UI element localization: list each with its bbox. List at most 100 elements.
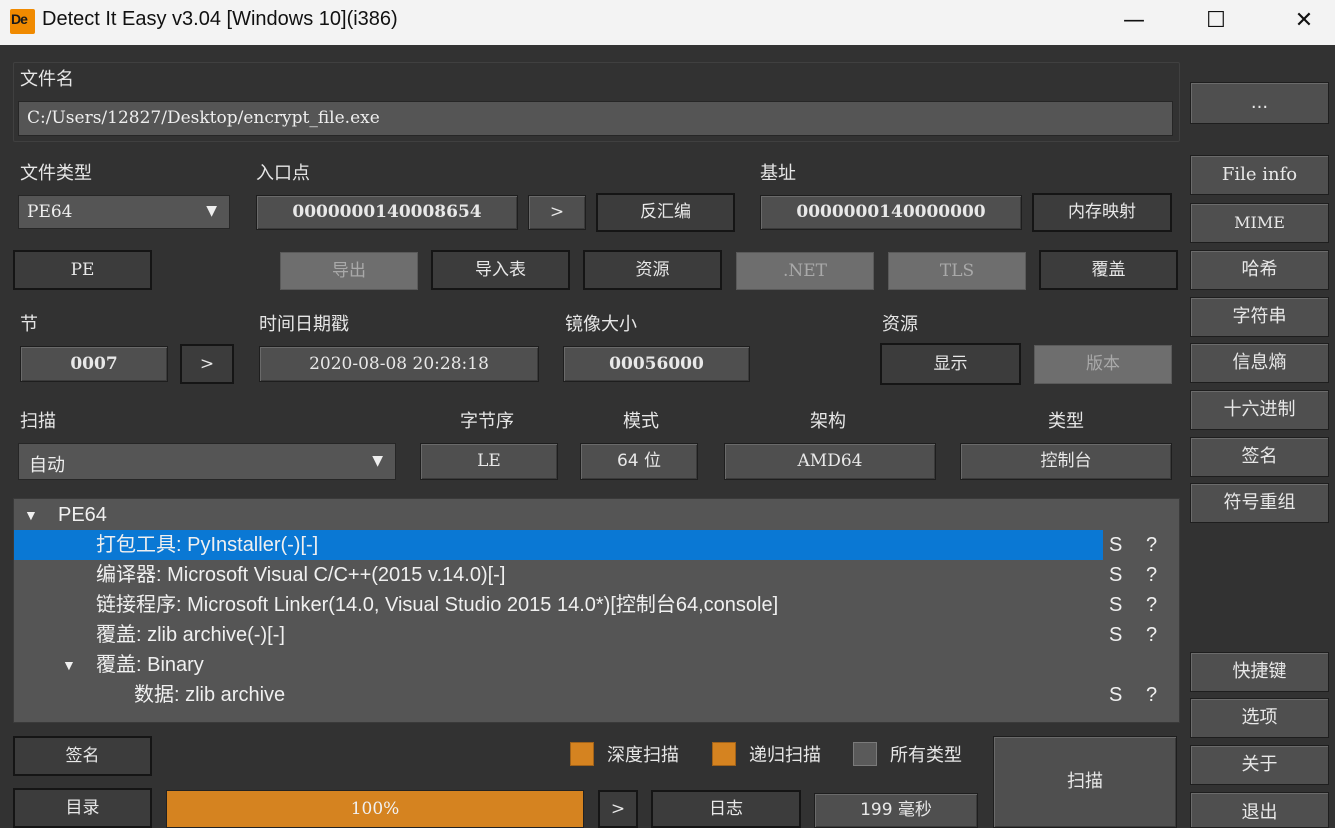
progress-text: 100% bbox=[350, 799, 400, 819]
section-go-button[interactable]: > bbox=[180, 344, 234, 384]
file-name-label: 文件名 bbox=[20, 69, 74, 90]
chevron-down-icon: ▼ bbox=[206, 203, 217, 219]
import-button[interactable]: 导入表 bbox=[431, 250, 570, 290]
section-label: 节 bbox=[20, 314, 38, 335]
pe-button[interactable]: PE bbox=[13, 250, 152, 290]
resources-version-button[interactable]: 版本 bbox=[1034, 345, 1172, 384]
overlay-button[interactable]: 覆盖 bbox=[1039, 250, 1178, 290]
signature-link[interactable]: S bbox=[1109, 530, 1122, 560]
tree-row[interactable]: 数据: zlib archive S ? bbox=[14, 680, 1179, 710]
expand-arrow-icon: ▼ bbox=[62, 657, 76, 673]
expand-arrow-icon: ▼ bbox=[24, 507, 38, 523]
file-type-value: PE64 bbox=[27, 202, 73, 222]
section-count: 0007 bbox=[20, 346, 168, 382]
minimize-button[interactable]: — bbox=[1109, 4, 1159, 38]
signature-link[interactable]: S bbox=[1109, 560, 1122, 590]
endianness-value: LE bbox=[420, 443, 558, 480]
signature-link[interactable]: S bbox=[1109, 590, 1122, 620]
all-types-checkbox[interactable] bbox=[853, 742, 877, 766]
info-link[interactable]: ? bbox=[1146, 560, 1157, 590]
net-button[interactable]: .NET bbox=[736, 252, 874, 290]
tree-row[interactable]: 编译器: Microsoft Visual C/C++(2015 v.14.0)… bbox=[14, 560, 1179, 590]
tree-row-text: 链接程序: Microsoft Linker(14.0, Visual Stud… bbox=[96, 594, 779, 616]
mime-button[interactable]: MIME bbox=[1190, 203, 1329, 243]
progress-go-button[interactable]: > bbox=[598, 790, 638, 828]
app-logo-icon: De bbox=[10, 9, 35, 34]
signature-right-button[interactable]: 签名 bbox=[1190, 437, 1329, 477]
base-address-label: 基址 bbox=[760, 163, 796, 184]
info-link[interactable]: ? bbox=[1146, 530, 1157, 560]
recursive-scan-label: 递归扫描 bbox=[749, 745, 821, 766]
tree-row[interactable]: 打包工具: PyInstaller(-)[-] S ? bbox=[14, 530, 1179, 560]
demangle-button[interactable]: 符号重组 bbox=[1190, 483, 1329, 523]
scan-button[interactable]: 扫描 bbox=[993, 736, 1177, 828]
recursive-scan-checkbox[interactable] bbox=[712, 742, 736, 766]
deep-scan-label: 深度扫描 bbox=[607, 745, 679, 766]
progress-bar: 100% bbox=[166, 790, 584, 828]
info-link[interactable]: ? bbox=[1146, 620, 1157, 650]
directory-button[interactable]: 目录 bbox=[13, 788, 152, 828]
tree-row-text: 数据: zlib archive bbox=[134, 684, 286, 706]
architecture-value: AMD64 bbox=[724, 443, 936, 480]
scan-mode-select[interactable]: 自动 ▼ bbox=[18, 443, 396, 480]
file-path-field[interactable]: C:/Users/12827/Desktop/encrypt_file.exe bbox=[18, 101, 1173, 136]
signature-link[interactable]: S bbox=[1109, 620, 1122, 650]
image-size-label: 镜像大小 bbox=[565, 314, 637, 335]
browse-button[interactable]: ... bbox=[1190, 82, 1329, 124]
signature-link[interactable]: S bbox=[1109, 680, 1122, 710]
hash-button[interactable]: 哈希 bbox=[1190, 250, 1329, 290]
info-link[interactable]: ? bbox=[1146, 590, 1157, 620]
type-label: 类型 bbox=[1048, 411, 1084, 432]
type-value: 控制台 bbox=[960, 443, 1172, 480]
about-button[interactable]: 关于 bbox=[1190, 745, 1329, 785]
tree-row[interactable]: 覆盖: zlib archive(-)[-] S ? bbox=[14, 620, 1179, 650]
log-button[interactable]: 日志 bbox=[651, 790, 801, 828]
image-size-value: 00056000 bbox=[563, 346, 750, 382]
tree-root[interactable]: ▼ PE64 bbox=[14, 500, 1179, 530]
resources-label: 资源 bbox=[882, 314, 918, 335]
close-button[interactable]: ✕ bbox=[1279, 4, 1329, 38]
maximize-button[interactable]: ☐ bbox=[1191, 4, 1241, 38]
exit-button[interactable]: 退出 bbox=[1190, 792, 1329, 828]
options-button[interactable]: 选项 bbox=[1190, 698, 1329, 738]
tree-row[interactable]: 链接程序: Microsoft Linker(14.0, Visual Stud… bbox=[14, 590, 1179, 620]
file-type-select[interactable]: PE64 ▼ bbox=[18, 195, 230, 229]
entry-point-value: 0000000140008654 bbox=[256, 195, 518, 230]
shortcuts-button[interactable]: 快捷键 bbox=[1190, 652, 1329, 692]
file-type-label: 文件类型 bbox=[20, 163, 92, 184]
window-title: Detect It Easy v3.04 [Windows 10](i386) bbox=[42, 8, 398, 30]
disassemble-button[interactable]: 反汇编 bbox=[596, 193, 735, 232]
chevron-down-icon: ▼ bbox=[372, 453, 383, 469]
strings-button[interactable]: 字符串 bbox=[1190, 297, 1329, 337]
file-info-button[interactable]: File info bbox=[1190, 155, 1329, 195]
mode-label: 模式 bbox=[623, 411, 659, 432]
base-address-value: 0000000140000000 bbox=[760, 195, 1022, 230]
tree-row-text: 编译器: Microsoft Visual C/C++(2015 v.14.0)… bbox=[96, 564, 506, 586]
signature-button[interactable]: 签名 bbox=[13, 736, 152, 776]
tree-row-text: 覆盖: Binary bbox=[96, 654, 204, 676]
export-button[interactable]: 导出 bbox=[280, 252, 418, 290]
timestamp-value: 2020-08-08 20:28:18 bbox=[259, 346, 539, 382]
mode-value: 64 位 bbox=[580, 443, 698, 480]
entry-point-go-button[interactable]: > bbox=[528, 195, 586, 230]
tls-button[interactable]: TLS bbox=[888, 252, 1026, 290]
title-bar: De Detect It Easy v3.04 [Windows 10](i38… bbox=[0, 0, 1335, 45]
memory-map-button[interactable]: 内存映射 bbox=[1032, 193, 1172, 232]
info-link[interactable]: ? bbox=[1146, 680, 1157, 710]
scan-mode-value: 自动 bbox=[29, 455, 65, 476]
architecture-label: 架构 bbox=[810, 411, 846, 432]
timestamp-label: 时间日期戳 bbox=[259, 314, 349, 335]
resources-button[interactable]: 资源 bbox=[583, 250, 722, 290]
detection-tree[interactable]: ▼ PE64 打包工具: PyInstaller(-)[-] S ? 编译器: … bbox=[13, 498, 1180, 723]
entropy-button[interactable]: 信息熵 bbox=[1190, 343, 1329, 383]
tree-row-text: 打包工具: PyInstaller(-)[-] bbox=[96, 534, 319, 556]
tree-row[interactable]: ▼ 覆盖: Binary bbox=[14, 650, 1179, 680]
resources-show-button[interactable]: 显示 bbox=[880, 343, 1021, 385]
endianness-label: 字节序 bbox=[460, 411, 514, 432]
scan-time-value: 199 毫秒 bbox=[814, 793, 978, 828]
deep-scan-checkbox[interactable] bbox=[570, 742, 594, 766]
scan-label: 扫描 bbox=[20, 411, 56, 432]
all-types-label: 所有类型 bbox=[890, 745, 962, 766]
entry-point-label: 入口点 bbox=[256, 163, 310, 184]
hex-button[interactable]: 十六进制 bbox=[1190, 390, 1329, 430]
